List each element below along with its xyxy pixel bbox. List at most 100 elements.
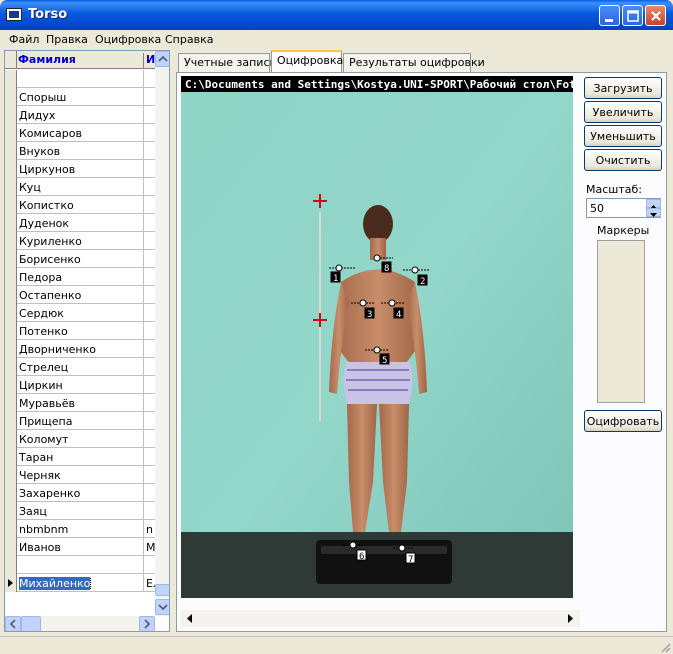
scroll-h-thumb[interactable] bbox=[21, 616, 41, 631]
name-cell[interactable] bbox=[143, 142, 155, 160]
name-cell[interactable] bbox=[143, 484, 155, 502]
row-indicator[interactable] bbox=[5, 196, 17, 214]
table-row[interactable]: Захаренко bbox=[5, 484, 155, 502]
table-row[interactable]: Черняк bbox=[5, 466, 155, 484]
table-row[interactable]: Прищепа bbox=[5, 412, 155, 430]
grid-horizontal-scrollbar[interactable] bbox=[5, 616, 155, 631]
row-indicator[interactable] bbox=[5, 520, 17, 538]
row-indicator[interactable] bbox=[5, 106, 17, 124]
tab-digitize[interactable]: Оцифровка bbox=[271, 50, 343, 73]
row-indicator[interactable] bbox=[5, 412, 17, 430]
name-cell[interactable] bbox=[143, 178, 155, 196]
menu-edit[interactable]: Правка bbox=[46, 33, 88, 46]
table-row[interactable]: Дидух bbox=[5, 106, 155, 124]
surname-cell[interactable]: Циркин bbox=[19, 379, 143, 392]
table-row[interactable]: nbmbnm n bbox=[5, 520, 155, 538]
row-indicator[interactable] bbox=[5, 556, 17, 574]
name-cell[interactable] bbox=[143, 214, 155, 232]
table-row[interactable]: Михайленко Ел bbox=[5, 574, 155, 592]
table-row[interactable]: Борисенко bbox=[5, 250, 155, 268]
resize-grip-icon[interactable] bbox=[659, 641, 671, 653]
row-indicator[interactable] bbox=[5, 268, 17, 286]
table-row[interactable]: Потенко bbox=[5, 322, 155, 340]
scroll-up-button[interactable] bbox=[155, 51, 169, 67]
table-row[interactable]: Таран bbox=[5, 448, 155, 466]
surname-cell[interactable]: Коломут bbox=[19, 433, 143, 446]
name-cell[interactable] bbox=[143, 322, 155, 340]
table-row[interactable]: Иванов М bbox=[5, 538, 155, 556]
table-row[interactable]: Куриленко bbox=[5, 232, 155, 250]
surname-cell[interactable]: Куц bbox=[19, 181, 143, 194]
photo-viewport[interactable]: C:\Documents and Settings\Kostya.UNI-SPO… bbox=[181, 76, 573, 598]
surname-cell[interactable]: Заяц bbox=[19, 505, 143, 518]
surname-cell[interactable]: Иванов bbox=[19, 541, 143, 554]
surname-cell[interactable]: Дуденок bbox=[19, 217, 143, 230]
name-cell[interactable] bbox=[143, 268, 155, 286]
row-indicator[interactable] bbox=[5, 304, 17, 322]
name-cell[interactable] bbox=[143, 412, 155, 430]
row-indicator[interactable] bbox=[5, 484, 17, 502]
table-row[interactable]: Циркунов bbox=[5, 160, 155, 178]
row-indicator[interactable] bbox=[5, 340, 17, 358]
row-indicator[interactable] bbox=[5, 124, 17, 142]
surname-cell[interactable]: Куриленко bbox=[19, 235, 143, 248]
row-indicator[interactable] bbox=[5, 448, 17, 466]
surname-cell[interactable]: Циркунов bbox=[19, 163, 143, 176]
surname-cell[interactable]: Дворниченко bbox=[19, 343, 143, 356]
name-cell[interactable] bbox=[143, 430, 155, 448]
table-row[interactable]: Дуденок bbox=[5, 214, 155, 232]
row-indicator[interactable] bbox=[5, 232, 17, 250]
scale-down-button[interactable] bbox=[646, 208, 661, 217]
grid-vertical-scrollbar[interactable] bbox=[155, 51, 169, 616]
menu-help[interactable]: Справка bbox=[165, 33, 213, 46]
name-cell[interactable] bbox=[143, 160, 155, 178]
column-header-surname[interactable]: Фамилия bbox=[18, 53, 142, 66]
surname-cell[interactable]: Муравьёв bbox=[19, 397, 143, 410]
name-cell[interactable]: М bbox=[143, 538, 155, 556]
name-cell[interactable] bbox=[143, 466, 155, 484]
name-cell[interactable] bbox=[143, 286, 155, 304]
surname-cell[interactable]: Педора bbox=[19, 271, 143, 284]
row-indicator[interactable] bbox=[5, 160, 17, 178]
menu-file[interactable]: Файл bbox=[9, 33, 39, 46]
name-cell[interactable] bbox=[143, 196, 155, 214]
scale-value[interactable]: 50 bbox=[590, 202, 604, 215]
clear-button[interactable]: Очистить bbox=[584, 149, 662, 171]
load-button[interactable]: Загрузить bbox=[584, 77, 662, 99]
surname-cell[interactable]: Копистко bbox=[19, 199, 143, 212]
maximize-button[interactable] bbox=[622, 5, 643, 26]
surname-cell[interactable]: nbmbnm bbox=[19, 523, 143, 536]
tab-accounts[interactable]: Учетные записи bbox=[178, 53, 277, 72]
name-cell[interactable]: Ел bbox=[143, 574, 155, 592]
surname-cell[interactable]: Сердюк bbox=[19, 307, 143, 320]
name-cell[interactable] bbox=[143, 232, 155, 250]
table-row[interactable]: Муравьёв bbox=[5, 394, 155, 412]
name-cell[interactable] bbox=[143, 124, 155, 142]
scroll-right-button[interactable] bbox=[139, 616, 155, 631]
name-cell[interactable] bbox=[143, 88, 155, 106]
name-cell[interactable] bbox=[143, 394, 155, 412]
table-row[interactable]: Копистко bbox=[5, 196, 155, 214]
table-row[interactable]: Комисаров bbox=[5, 124, 155, 142]
surname-cell[interactable]: Потенко bbox=[19, 325, 143, 338]
row-indicator[interactable] bbox=[5, 466, 17, 484]
name-cell[interactable] bbox=[143, 250, 155, 268]
surname-cell[interactable]: Внуков bbox=[19, 145, 143, 158]
name-cell[interactable] bbox=[143, 502, 155, 520]
row-indicator[interactable] bbox=[5, 214, 17, 232]
scroll-left-button[interactable] bbox=[5, 616, 21, 631]
surname-cell[interactable]: Борисенко bbox=[19, 253, 143, 266]
table-row[interactable]: Стрелец bbox=[5, 358, 155, 376]
surname-cell[interactable]: Спорыш bbox=[19, 91, 143, 104]
row-indicator[interactable] bbox=[5, 88, 17, 106]
row-indicator[interactable] bbox=[5, 358, 17, 376]
title-bar[interactable]: Torso bbox=[0, 0, 673, 30]
surname-cell[interactable]: Захаренко bbox=[19, 487, 143, 500]
scroll-thumb[interactable] bbox=[155, 584, 169, 596]
close-button[interactable] bbox=[645, 5, 666, 26]
table-row[interactable]: Остапенко bbox=[5, 286, 155, 304]
table-row[interactable]: Сердюк bbox=[5, 304, 155, 322]
surname-cell[interactable]: Черняк bbox=[19, 469, 143, 482]
minimize-button[interactable] bbox=[599, 5, 620, 26]
table-row[interactable]: Циркин bbox=[5, 376, 155, 394]
